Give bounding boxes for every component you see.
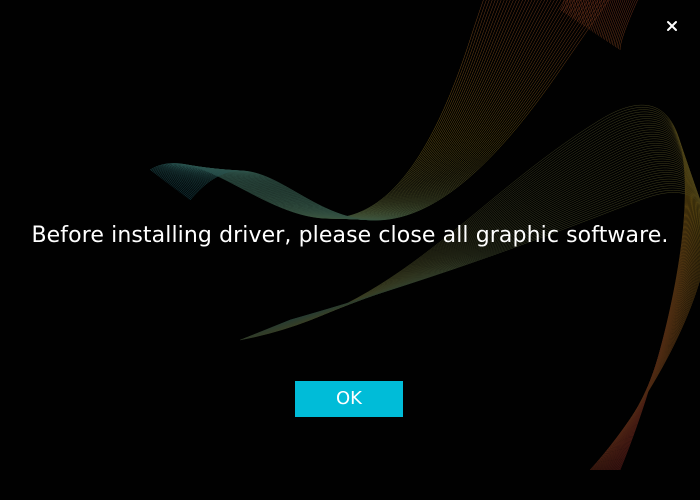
installer-dialog: Before installing driver, please close a… xyxy=(0,0,700,500)
close-button[interactable] xyxy=(662,16,682,36)
dialog-message: Before installing driver, please close a… xyxy=(31,223,669,248)
ok-button[interactable]: OK xyxy=(295,381,403,417)
close-icon xyxy=(667,21,677,31)
